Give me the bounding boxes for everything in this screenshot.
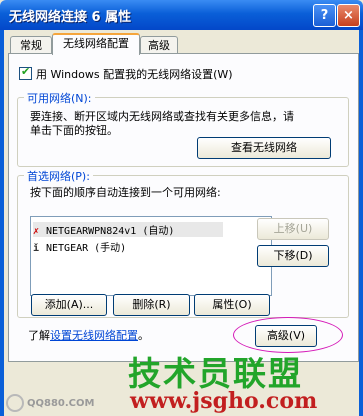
- use-windows-label[interactable]: 用 Windows 配置我的无线网络设置(W): [36, 66, 233, 82]
- help-button[interactable]: ?: [313, 4, 336, 27]
- tab-wireless-networks[interactable]: 无线网络配置: [52, 33, 140, 55]
- close-button[interactable]: ×: [337, 4, 360, 27]
- properties-button[interactable]: 属性(O): [194, 294, 270, 316]
- checkmark-icon: ✔: [21, 65, 31, 78]
- window-title: 无线网络连接 6 属性: [9, 10, 132, 25]
- view-wireless-networks-button[interactable]: 查看无线网络: [197, 137, 331, 159]
- available-desc-line2: 单击下面的按钮。: [30, 124, 118, 137]
- learn-text: 了解设置无线网络配置。: [28, 327, 149, 343]
- watermark-url: www.jsgho.com: [130, 388, 318, 414]
- network-name: NETGEAR (手动): [46, 243, 127, 254]
- watermark-left: QQ880.COM: [6, 394, 94, 412]
- use-windows-checkbox[interactable]: ✔: [19, 65, 32, 80]
- delete-button[interactable]: 删除(R): [113, 294, 190, 316]
- network-name: NETGEARWPN824v1 (自动): [46, 226, 175, 237]
- wireless-antenna-icon: ǐ: [33, 243, 40, 254]
- learn-prefix: 了解: [28, 329, 50, 342]
- add-button[interactable]: 添加(A)...: [31, 294, 107, 316]
- wireless-antenna-x-icon: ✗: [33, 226, 40, 237]
- learn-suffix: 。: [138, 329, 149, 342]
- available-networks-legend: 可用网络(N):: [24, 90, 95, 106]
- watermark-logo-icon: [6, 394, 24, 412]
- move-down-button[interactable]: 下移(D): [257, 245, 329, 267]
- preferred-desc: 按下面的顺序自动连接到一个可用网络:: [30, 186, 221, 199]
- properties-dialog: 无线网络连接 6 属性 ? × 常规 无线网络配置 高级 ✔ 用 Windows…: [0, 0, 363, 416]
- preferred-networks-list[interactable]: ✗ NETGEARWPN824v1 (自动) ǐ NETGEAR (手动): [30, 216, 272, 296]
- list-item[interactable]: ✗ NETGEARWPN824v1 (自动): [33, 222, 223, 237]
- tab-general[interactable]: 常规: [10, 36, 52, 54]
- title-bar[interactable]: 无线网络连接 6 属性 ? ×: [0, 0, 363, 30]
- preferred-networks-legend: 首选网络(P):: [24, 168, 93, 184]
- list-item[interactable]: ǐ NETGEAR (手动): [33, 239, 126, 254]
- watermark: 技术员联盟 www.jsgho.com QQ880.COM: [0, 345, 363, 416]
- move-up-button[interactable]: 上移(U): [257, 218, 329, 240]
- learn-link[interactable]: 设置无线网络配置: [50, 329, 138, 342]
- tab-advanced[interactable]: 高级: [140, 36, 178, 54]
